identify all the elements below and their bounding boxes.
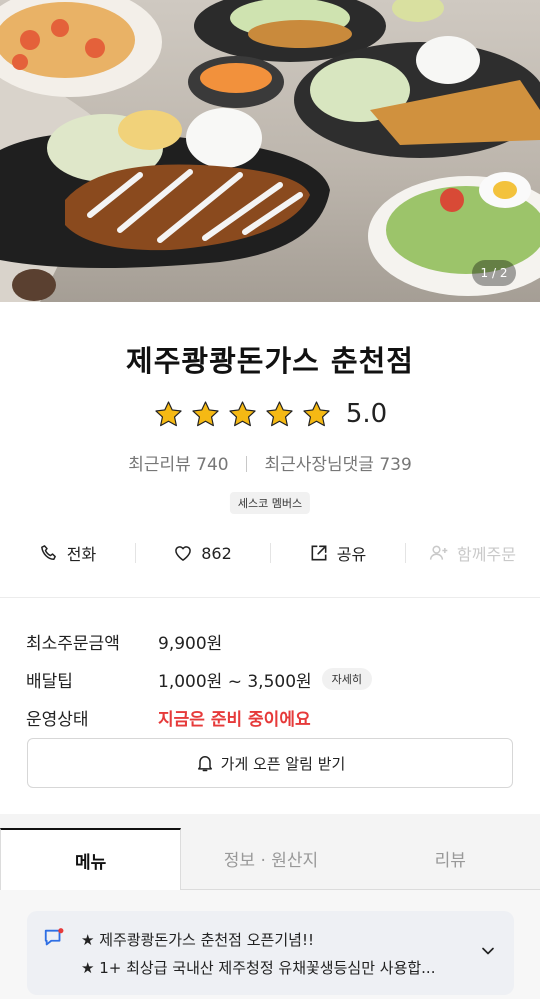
notice-line-2: ★ 1+ 최상급 국내산 제주청정 유채꽃생등심만 사용합... — [81, 959, 436, 977]
section-separator — [0, 814, 540, 828]
order-info: 최소주문금액 9,900원 배달팁 1,000원 ~ 3,500원 자세히 운영… — [26, 622, 373, 736]
star-icon — [155, 400, 182, 426]
rating-stars — [153, 399, 332, 430]
bell-icon — [197, 756, 212, 772]
store-rating[interactable]: 5.0 — [0, 394, 540, 434]
open-alert-label: 가게 오픈 알림 받기 — [220, 754, 346, 773]
star-icon — [303, 400, 330, 426]
share-label: 공유 — [336, 545, 367, 564]
recent-reviews-count: 740 — [196, 455, 229, 475]
add-person-icon — [429, 545, 448, 560]
share-icon — [311, 545, 327, 561]
group-order-button[interactable]: 함께주문 — [405, 530, 540, 576]
chevron-down-icon[interactable] — [478, 941, 498, 961]
star-icon — [229, 400, 256, 426]
food-illustration — [0, 0, 540, 302]
owner-replies-count: 739 — [379, 455, 412, 475]
delivery-tip-row: 배달팁 1,000원 ~ 3,500원 자세히 — [26, 660, 373, 698]
review-stats[interactable]: 최근리뷰 740 최근사장님댓글 739 — [0, 450, 540, 475]
delivery-tip-detail-button[interactable]: 자세히 — [321, 668, 373, 690]
status-row: 운영상태 지금은 준비 중이에요 — [26, 698, 372, 736]
group-order-label: 함께주문 — [457, 545, 516, 564]
notice-line-1: ★ 제주쾅쾅돈가스 춘천점 오픈기념!! — [81, 931, 314, 949]
store-action-bar: 전화 862 공유 함께주문 — [0, 530, 540, 576]
status-label: 운영상태 — [26, 709, 89, 730]
min-order-row: 최소주문금액 9,900원 — [26, 622, 372, 660]
min-order-label: 최소주문금액 — [26, 633, 120, 654]
open-alert-button[interactable]: 가게 오픈 알림 받기 — [27, 738, 513, 788]
phone-icon — [40, 545, 56, 561]
store-tabs: 메뉴 정보 · 원산지 리뷰 — [0, 828, 540, 890]
star-icon — [266, 400, 293, 426]
owner-notice[interactable]: ★ 제주쾅쾅돈가스 춘천점 오픈기념!! ★ 1+ 최상급 국내산 제주청정 유… — [27, 911, 514, 995]
call-label: 전화 — [66, 545, 97, 564]
image-page-indicator: 1 / 2 — [472, 260, 516, 286]
notice-chat-icon — [44, 928, 64, 946]
like-button[interactable]: 862 — [135, 530, 270, 576]
rating-score: 5.0 — [345, 399, 388, 429]
store-name: 제주쾅쾅돈가스 춘천점 — [126, 344, 414, 378]
status-value: 지금은 준비 중이에요 — [158, 709, 311, 730]
tab-menu[interactable]: 메뉴 — [0, 828, 182, 890]
owner-replies-label: 최근사장님댓글 — [264, 455, 374, 475]
tab-reviews[interactable]: 리뷰 — [361, 828, 540, 889]
min-order-value: 9,900원 — [158, 633, 223, 654]
star-icon — [192, 400, 219, 426]
store-hero-image[interactable]: 1 / 2 — [0, 0, 540, 302]
cesco-member-badge: 세스코 멤버스 — [229, 492, 311, 514]
delivery-tip-value: 1,000원 ~ 3,500원 — [158, 671, 312, 692]
heart-icon — [175, 546, 192, 561]
tab-info-origin[interactable]: 정보 · 원산지 — [181, 828, 360, 889]
share-button[interactable]: 공유 — [270, 530, 405, 576]
recent-reviews-label: 최근리뷰 — [128, 455, 191, 475]
stats-divider — [246, 456, 248, 472]
section-divider — [0, 597, 540, 598]
call-button[interactable]: 전화 — [0, 530, 135, 576]
like-count: 862 — [201, 543, 232, 563]
delivery-tip-label: 배달팁 — [26, 671, 73, 692]
